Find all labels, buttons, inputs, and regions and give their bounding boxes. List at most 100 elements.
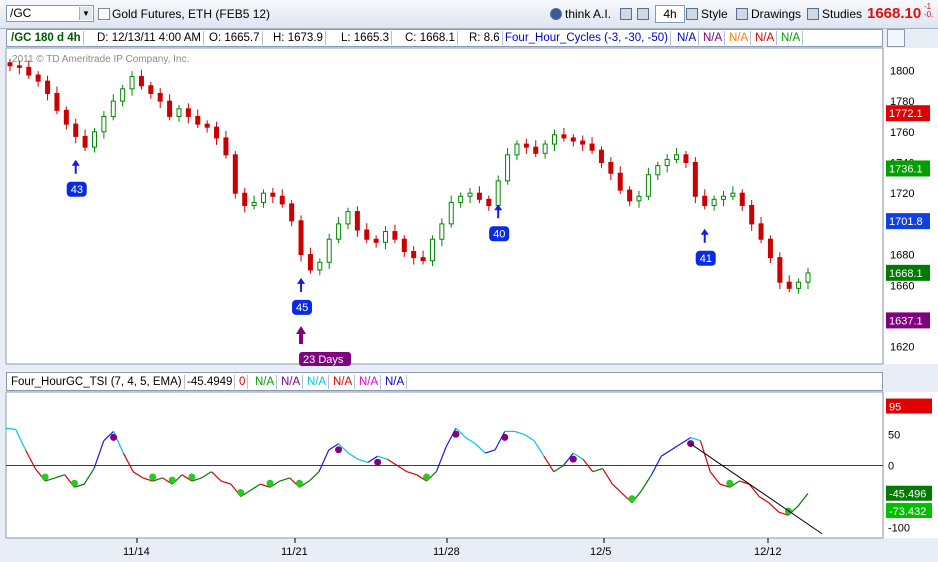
tsi-line-segment [641, 474, 653, 491]
candle-body [411, 251, 417, 259]
tsi-line-segment [494, 431, 506, 451]
tsi-pane [5, 391, 884, 539]
tsi-line-segment [308, 471, 320, 482]
tsi-tag-label: -45.496 [889, 489, 926, 501]
tsi-peak-dot [110, 433, 118, 441]
tsi-line-segment [240, 489, 251, 498]
tsi-tag-label: 95 [889, 402, 901, 414]
bar-open: O: 1665.7 [207, 31, 263, 45]
candle-body [721, 195, 727, 200]
study-na-1: N/A [675, 31, 700, 45]
tsi-zero: 0 [237, 375, 249, 389]
price-info-bar: /GC 180 d 4h D: 12/13/11 4:00 AM O: 1665… [6, 29, 883, 47]
cycle-arrow-icon [700, 228, 709, 243]
tsi-trough-dot [266, 479, 274, 487]
think-ai-button[interactable]: think A.I. [550, 6, 611, 22]
candle-body [232, 154, 238, 194]
tsi-line-segment [44, 477, 56, 482]
tsi-trough-dot [295, 479, 303, 487]
style-button[interactable]: Style [686, 6, 728, 22]
x-axis-label: 11/14 [123, 546, 150, 558]
studies-label: Studies [822, 7, 863, 21]
candle-body [195, 115, 201, 125]
tsi-line-segment [387, 458, 398, 467]
candle-body [608, 161, 614, 174]
tsi-line-segment [181, 474, 193, 482]
tsi-line-segment [367, 455, 378, 463]
candle-body [345, 211, 351, 225]
tsi-axis-label: -50 [888, 492, 904, 504]
bar-range: R: 8.6 [467, 31, 503, 45]
symbol-menu-icon[interactable] [98, 6, 113, 22]
bar-high: H: 1673.9 [271, 31, 326, 45]
symbol-dropdown-icon[interactable]: ▼ [79, 7, 92, 20]
tsi-tag [886, 485, 932, 501]
candle-body [805, 272, 811, 283]
candle-body [711, 198, 717, 206]
cycle-arrow-icon [297, 277, 306, 292]
tsi-line-segment [220, 480, 232, 485]
tsi-line-segment [582, 458, 594, 473]
tsi-line-segment [650, 455, 662, 476]
candle-body [767, 238, 773, 259]
tsi-line-segment [475, 443, 486, 454]
candle-body [533, 146, 539, 154]
studies-icon [807, 8, 819, 20]
price-axis-label: 1760 [890, 127, 914, 139]
tsi-trough-dot [628, 495, 636, 503]
study-name[interactable]: Four_Hour_Cycles (-3, -30, -50) [503, 31, 671, 45]
chart-label[interactable]: /GC 180 d 4h [9, 31, 84, 45]
price-tag-label: 1668.1 [889, 268, 923, 280]
tsi-line-segment [533, 440, 545, 457]
candle-body [298, 220, 304, 256]
tsi-line-segment [338, 443, 349, 454]
price-axis-label: 1800 [890, 65, 914, 77]
candle-body [251, 201, 257, 206]
candle-body [401, 238, 407, 253]
price-tag-label: 1736.1 [889, 163, 923, 175]
candle-body [82, 135, 88, 148]
tsi-tag [886, 398, 932, 414]
change-bottom: -0. [924, 10, 934, 19]
candle-body [514, 143, 520, 156]
tsi-line-segment [210, 471, 222, 482]
tsi-peak-dot [501, 433, 509, 441]
cycle-badge-label: 41 [700, 253, 712, 265]
candle-body [91, 131, 97, 148]
last-price: 1668.10 [867, 5, 922, 22]
tsi-line-segment [670, 443, 682, 451]
tsi-line-segment [93, 440, 105, 469]
candle-body [110, 100, 116, 117]
tsi-line-segment [328, 443, 339, 451]
cursor-tool-icon[interactable] [620, 6, 635, 22]
candle-body [523, 143, 529, 148]
tsi-line-segment [739, 480, 750, 485]
candle-body [730, 192, 736, 197]
price-tag-label: 1772.1 [889, 108, 923, 120]
tsi-trough-dot [70, 479, 78, 487]
interval-button[interactable]: 4h [655, 5, 685, 23]
tsi-line-segment [83, 468, 95, 485]
tsi-value: -45.4949 [185, 375, 236, 389]
tsi-line-segment [621, 492, 633, 504]
tsi-line-segment [485, 449, 496, 454]
price-tag [886, 312, 930, 329]
tsi-na-2: N/A [279, 375, 304, 389]
tsi-axis-label: 50 [888, 429, 900, 441]
drawings-label: Drawings [751, 7, 802, 21]
candle-body [505, 154, 511, 182]
tsi-trough-dot [188, 473, 196, 481]
tsi-line-segment [768, 502, 780, 513]
tsi-trough-dot [423, 473, 431, 481]
studies-button[interactable]: Studies [807, 6, 862, 22]
chart-settings-icon[interactable] [887, 29, 905, 47]
symbol-input[interactable]: /GC ▼ [6, 5, 94, 22]
tsi-study-name[interactable]: Four_HourGC_TSI (7, 4, 5, EMA) [9, 375, 185, 389]
price-tag-label: 1701.8 [889, 216, 923, 228]
drawings-button[interactable]: Drawings [736, 6, 801, 22]
zoom-tool-icon[interactable] [637, 6, 652, 22]
cycle-arrow-icon [494, 204, 503, 219]
price-tag-label: 1637.1 [889, 315, 923, 327]
price-axis-label: 1680 [890, 250, 914, 262]
study-na-5: N/A [779, 31, 804, 45]
